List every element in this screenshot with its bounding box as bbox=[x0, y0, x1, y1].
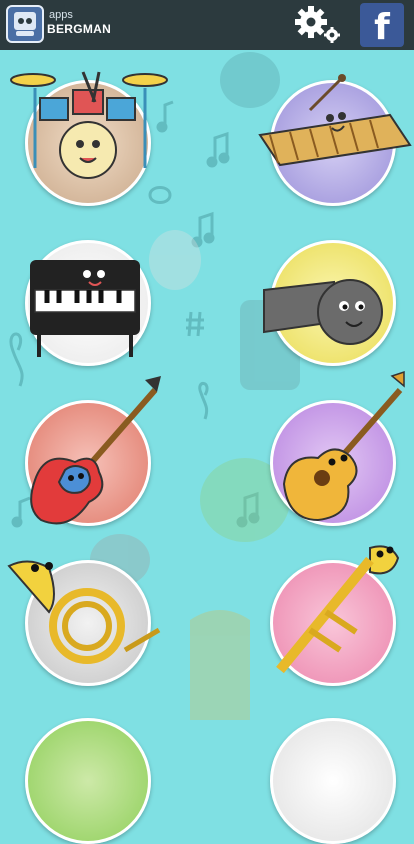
drums-icon bbox=[10, 71, 168, 179]
piano-button[interactable] bbox=[25, 240, 151, 366]
whistle-button[interactable] bbox=[263, 240, 396, 366]
piano-icon bbox=[30, 260, 140, 357]
electric-guitar-button[interactable] bbox=[25, 376, 161, 526]
instrument-button-partial-left[interactable] bbox=[25, 718, 151, 844]
trumpet-icon bbox=[276, 545, 400, 674]
french-horn-button[interactable] bbox=[7, 560, 161, 686]
whistle-icon bbox=[263, 279, 383, 345]
acoustic-guitar-icon bbox=[282, 370, 405, 522]
partial-disk-left bbox=[25, 718, 151, 844]
top-bar: apps BERGMAN f bbox=[0, 0, 414, 50]
instrument-button-partial-right[interactable] bbox=[270, 718, 396, 844]
appsbergman-logo-icon[interactable] bbox=[6, 5, 44, 43]
xylophone-icon bbox=[258, 74, 412, 167]
logo-text-apps: apps bbox=[49, 9, 73, 21]
partial-disk-right bbox=[270, 718, 396, 844]
facebook-icon[interactable]: f bbox=[360, 3, 404, 48]
logo-text-bergman: BERGMAN bbox=[47, 22, 112, 36]
french-horn-icon bbox=[7, 560, 161, 664]
gear-icon[interactable] bbox=[293, 4, 343, 46]
acoustic-guitar-button[interactable] bbox=[270, 370, 405, 526]
drums-button[interactable] bbox=[10, 71, 168, 206]
electric-guitar-icon bbox=[30, 376, 161, 525]
facebook-glyph: f bbox=[374, 7, 390, 48]
trumpet-button[interactable] bbox=[270, 545, 400, 686]
xylophone-button[interactable] bbox=[258, 74, 412, 206]
